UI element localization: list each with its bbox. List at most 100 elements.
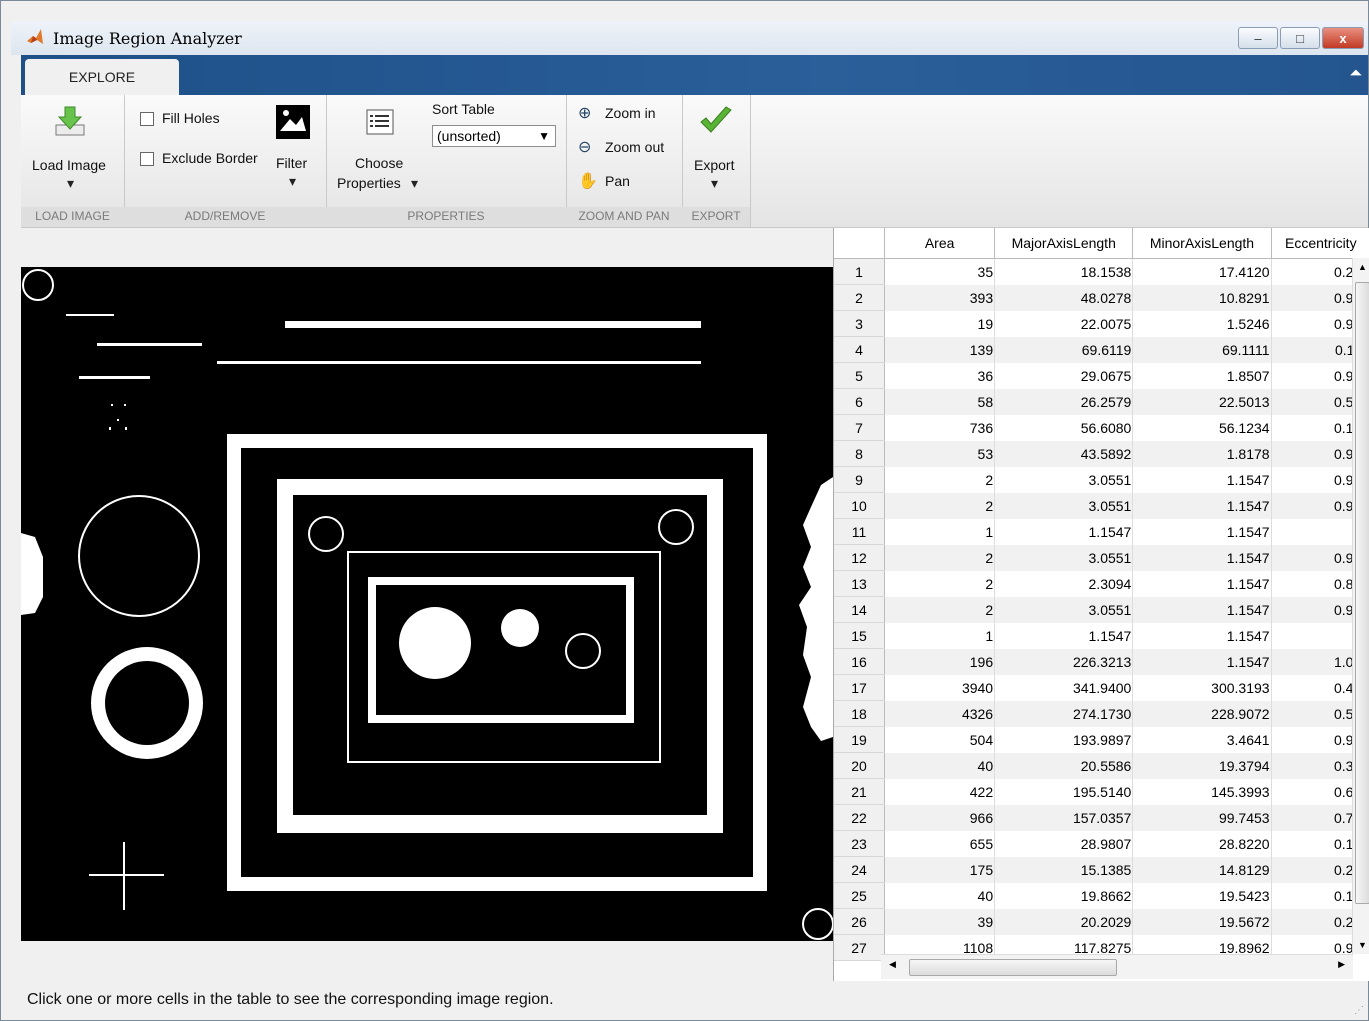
table-cell[interactable]: 195.5140 [994,778,1134,805]
row-number[interactable]: 5 [834,362,886,389]
column-header[interactable]: MinorAxisLength [1132,228,1272,259]
table-cell[interactable]: 3.0551 [994,596,1134,623]
table-row[interactable]: 263920.202919.56720.248 [834,908,1369,935]
table-row[interactable]: 239348.027810.82910.974 [834,284,1369,311]
row-number[interactable]: 7 [834,414,886,441]
table-cell[interactable]: 1 [884,622,996,649]
row-number[interactable]: 18 [834,700,886,727]
table-cell[interactable]: 1.1547 [1132,466,1272,493]
table-cell[interactable]: 1.1547 [1132,518,1272,545]
table-cell[interactable]: 40 [884,882,996,909]
row-number[interactable]: 1 [834,258,886,285]
table-cell[interactable]: 228.9072 [1132,700,1272,727]
table-cell[interactable]: 736 [884,414,996,441]
table-cell[interactable]: 274.1730 [994,700,1134,727]
table-row[interactable]: 1423.05511.15470.925 [834,596,1369,623]
table-cell[interactable]: 28.8220 [1132,830,1272,857]
table-row[interactable]: 31922.00751.52460.997 [834,310,1369,337]
table-cell[interactable]: 422 [884,778,996,805]
row-number[interactable]: 2 [834,284,886,311]
table-horizontal-scrollbar[interactable]: ◀ ▶ [881,954,1353,979]
table-cell[interactable]: 3.0551 [994,492,1134,519]
table-cell[interactable]: 14.8129 [1132,856,1272,883]
row-number[interactable]: 16 [834,648,886,675]
table-cell[interactable]: 1.1547 [1132,622,1272,649]
table-cell[interactable]: 1.8178 [1132,440,1272,467]
table-cell[interactable]: 15.1385 [994,856,1134,883]
table-row[interactable]: 1223.05511.15470.925 [834,544,1369,571]
table-row[interactable]: 13518.153817.41200.282 [834,258,1369,285]
row-number[interactable]: 12 [834,544,886,571]
table-row[interactable]: 1023.05511.15470.925 [834,492,1369,519]
table-row[interactable]: 22966157.035799.74530.772 [834,804,1369,831]
table-cell[interactable]: 36 [884,362,996,389]
table-cell[interactable]: 1.1547 [1132,492,1272,519]
table-cell[interactable]: 1.1547 [1132,596,1272,623]
table-cell[interactable]: 19.3794 [1132,752,1272,779]
table-cell[interactable]: 300.3193 [1132,674,1272,701]
table-row[interactable]: 2417515.138514.81290.206 [834,856,1369,883]
table-cell[interactable]: 193.9897 [994,726,1134,753]
table-row[interactable]: 413969.611969.11110.119 [834,336,1369,363]
row-number[interactable]: 23 [834,830,886,857]
table-cell[interactable]: 3.0551 [994,466,1134,493]
table-cell[interactable]: 22.0075 [994,310,1134,337]
table-cell[interactable]: 10.8291 [1132,284,1272,311]
table-cell[interactable]: 18.1538 [994,258,1134,285]
row-number[interactable]: 9 [834,466,886,493]
table-cell[interactable]: 35 [884,258,996,285]
table-cell[interactable]: 504 [884,726,996,753]
table-vertical-scrollbar[interactable]: ▲ ▼ [1352,258,1369,954]
row-number[interactable]: 8 [834,440,886,467]
table-cell[interactable]: 2 [884,570,996,597]
table-cell[interactable]: 20.2029 [994,908,1134,935]
collapse-ribbon-icon[interactable]: ⏶ [1349,65,1362,83]
filter-button[interactable]: Filter ▾ [270,101,320,201]
table-row[interactable]: 65826.257922.50130.515 [834,388,1369,415]
table-cell[interactable]: 1 [884,518,996,545]
row-number[interactable]: 11 [834,518,886,545]
table-cell[interactable]: 28.9807 [994,830,1134,857]
binary-image-view[interactable] [21,267,833,941]
table-row[interactable]: 16196226.32131.15471.000 [834,648,1369,675]
table-cell[interactable]: 99.7453 [1132,804,1272,831]
table-cell[interactable]: 3.4641 [1132,726,1272,753]
region-properties-table[interactable]: Area MajorAxisLength MinorAxisLength Eccent… [833,228,1369,981]
table-cell[interactable]: 2 [884,596,996,623]
table-row[interactable]: 184326274.1730228.90720.550 [834,700,1369,727]
table-cell[interactable]: 53 [884,440,996,467]
row-number[interactable]: 21 [834,778,886,805]
table-cell[interactable]: 19.5672 [1132,908,1272,935]
table-row[interactable]: 173940341.9400300.31930.478 [834,674,1369,701]
choose-properties-button[interactable]: Choose Properties ▾ [332,103,432,203]
table-cell[interactable]: 655 [884,830,996,857]
table-row[interactable]: 923.05511.15470.925 [834,466,1369,493]
pan-button[interactable]: ✋ Pan [574,171,678,195]
table-row[interactable]: 21422195.5140145.39930.668 [834,778,1369,805]
row-number[interactable]: 19 [834,726,886,753]
zoom-out-button[interactable]: ⊖ Zoom out [574,137,678,161]
scroll-left-icon[interactable]: ◀ [889,959,896,970]
table-row[interactable]: 2365528.980728.82200.104 [834,830,1369,857]
row-number[interactable]: 13 [834,570,886,597]
table-cell[interactable]: 20.5586 [994,752,1134,779]
minimize-button[interactable]: – [1238,27,1278,49]
row-number[interactable]: 24 [834,856,886,883]
horizontal-scroll-thumb[interactable] [909,959,1117,976]
row-number[interactable]: 4 [834,336,886,363]
scroll-right-icon[interactable]: ▶ [1338,959,1345,970]
column-header[interactable]: MajorAxisLength [994,228,1134,259]
row-number[interactable]: 22 [834,804,886,831]
table-cell[interactable]: 29.0675 [994,362,1134,389]
row-number[interactable]: 17 [834,674,886,701]
table-row[interactable]: 19504193.98973.46410.999 [834,726,1369,753]
scroll-up-icon[interactable]: ▲ [1358,262,1367,272]
table-cell[interactable]: 1.1547 [994,622,1134,649]
table-cell[interactable]: 3.0551 [994,544,1134,571]
table-cell[interactable]: 3940 [884,674,996,701]
table-cell[interactable]: 48.0278 [994,284,1134,311]
column-header[interactable]: Area [884,228,996,259]
table-cell[interactable]: 139 [884,336,996,363]
table-row[interactable]: 11 1 1.1547 1.1547 [834,518,1369,545]
table-cell[interactable]: 19.8662 [994,882,1134,909]
